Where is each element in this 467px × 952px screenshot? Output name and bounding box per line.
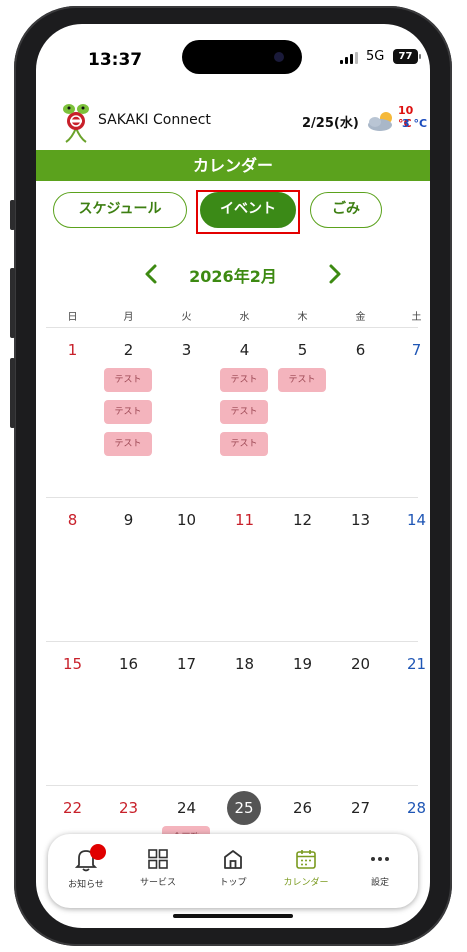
calendar-week-row: 8 9 10 11 12 13 14 bbox=[46, 498, 426, 642]
nav-services[interactable]: サービス bbox=[122, 842, 194, 902]
status-time: 13:37 bbox=[88, 50, 143, 70]
camera-icon bbox=[274, 52, 284, 62]
nav-label: サービス bbox=[139, 878, 176, 888]
event-chip[interactable]: テスト bbox=[220, 400, 268, 424]
calendar-day[interactable]: 7 bbox=[390, 341, 430, 359]
current-date: 2/25(水) bbox=[302, 116, 359, 131]
calendar-day[interactable]: 4 bbox=[218, 341, 271, 359]
nav-notifications[interactable]: お知らせ bbox=[50, 842, 122, 902]
volume-down-button bbox=[10, 358, 15, 428]
calendar-day[interactable]: 22 bbox=[46, 799, 99, 817]
calendar-day[interactable]: 24 bbox=[160, 799, 213, 817]
calendar-day[interactable]: 5 bbox=[276, 341, 329, 359]
mascot-logo-icon bbox=[63, 104, 89, 143]
calendar-week-row: 1 2 テスト テスト テスト 3 4 テスト テスト テスト 5 テスト 6 7 bbox=[46, 328, 421, 498]
bottom-nav: お知らせ サービス トップ カレンダー 設定 bbox=[48, 834, 418, 908]
calendar-day[interactable]: 17 bbox=[160, 655, 213, 673]
app-title: SAKAKI Connect bbox=[98, 112, 211, 128]
calendar-day[interactable]: 23 bbox=[102, 799, 155, 817]
calendar-day[interactable]: 2 bbox=[102, 341, 155, 359]
event-chip[interactable]: テスト bbox=[220, 432, 268, 456]
home-indicator bbox=[173, 914, 293, 918]
grid-icon bbox=[148, 849, 168, 869]
calendar-week-row: 15 16 17 18 19 20 21 bbox=[46, 642, 426, 786]
nav-label: お知らせ bbox=[68, 880, 104, 890]
battery-tip bbox=[419, 54, 421, 59]
nav-label: トップ bbox=[219, 878, 247, 888]
month-label: 2026年2月 bbox=[189, 267, 277, 286]
mute-switch bbox=[10, 200, 15, 230]
temp-low: 3 °C bbox=[402, 117, 428, 130]
volume-up-button bbox=[10, 268, 15, 338]
calendar-icon bbox=[296, 850, 316, 869]
calendar-day[interactable]: 18 bbox=[218, 655, 271, 673]
nav-top[interactable]: トップ bbox=[197, 842, 269, 902]
weekday-label: 土 bbox=[411, 312, 422, 323]
notification-badge bbox=[90, 844, 106, 860]
status-bar: 13:37 5G 77 bbox=[36, 24, 430, 92]
calendar-day[interactable]: 1 bbox=[46, 341, 99, 359]
calendar-day[interactable]: 12 bbox=[276, 511, 329, 529]
nav-calendar[interactable]: カレンダー bbox=[270, 842, 342, 902]
next-month-icon[interactable] bbox=[322, 262, 346, 286]
home-icon bbox=[224, 850, 242, 869]
calendar-day[interactable]: 8 bbox=[46, 511, 99, 529]
event-chip[interactable]: テスト bbox=[278, 368, 326, 392]
weekday-label: 水 bbox=[239, 312, 250, 323]
weekday-header: 日 月 火 水 木 金 土 bbox=[46, 306, 422, 328]
calendar-day[interactable]: 9 bbox=[102, 511, 155, 529]
screen: 13:37 5G 77 SAKAKI Connect 2/25(水) 10 °C… bbox=[36, 24, 430, 928]
event-chip[interactable]: テスト bbox=[220, 368, 268, 392]
network-label: 5G bbox=[366, 49, 385, 64]
calendar-day[interactable]: 14 bbox=[390, 511, 430, 529]
weekday-label: 日 bbox=[67, 312, 78, 323]
month-navigator: 2026年2月 bbox=[36, 260, 430, 290]
event-chip[interactable]: テスト bbox=[104, 368, 152, 392]
event-chip[interactable]: テスト bbox=[104, 432, 152, 456]
calendar-day[interactable]: 16 bbox=[102, 655, 155, 673]
app-header: SAKAKI Connect 2/25(水) 10 °C 3 °C bbox=[36, 96, 430, 148]
cloud-sun-icon bbox=[368, 112, 392, 131]
weekday-label: 金 bbox=[355, 312, 366, 323]
calendar-day[interactable]: 3 bbox=[160, 341, 213, 359]
nav-settings[interactable]: 設定 bbox=[344, 842, 416, 902]
tab-event[interactable]: イベント bbox=[200, 192, 296, 228]
dynamic-island bbox=[182, 40, 302, 74]
calendar-day[interactable]: 20 bbox=[334, 655, 387, 673]
calendar-day-today[interactable]: 25 bbox=[227, 791, 261, 825]
battery-icon: 77 bbox=[393, 49, 418, 64]
calendar-day[interactable]: 26 bbox=[276, 799, 329, 817]
nav-label: カレンダー bbox=[283, 878, 329, 888]
weekday-label: 火 bbox=[181, 312, 192, 323]
calendar-tabs: スケジュール イベント ごみ bbox=[36, 190, 430, 234]
calendar-day[interactable]: 11 bbox=[218, 511, 271, 529]
tab-schedule[interactable]: スケジュール bbox=[53, 192, 187, 228]
calendar-day[interactable]: 19 bbox=[276, 655, 329, 673]
page-title: カレンダー bbox=[36, 150, 430, 181]
signal-icon bbox=[340, 52, 358, 64]
tab-garbage[interactable]: ごみ bbox=[310, 192, 382, 228]
event-chip[interactable]: テスト bbox=[104, 400, 152, 424]
nav-label: 設定 bbox=[370, 878, 389, 888]
calendar-day[interactable]: 13 bbox=[334, 511, 387, 529]
calendar-day[interactable]: 15 bbox=[46, 655, 99, 673]
calendar-day[interactable]: 10 bbox=[160, 511, 213, 529]
calendar-day[interactable]: 21 bbox=[390, 655, 430, 673]
calendar-day[interactable]: 28 bbox=[390, 799, 430, 817]
calendar-day[interactable]: 6 bbox=[334, 341, 387, 359]
calendar-day[interactable]: 27 bbox=[334, 799, 387, 817]
weekday-label: 月 bbox=[123, 312, 134, 323]
weekday-label: 木 bbox=[297, 312, 308, 323]
more-icon bbox=[371, 857, 389, 861]
